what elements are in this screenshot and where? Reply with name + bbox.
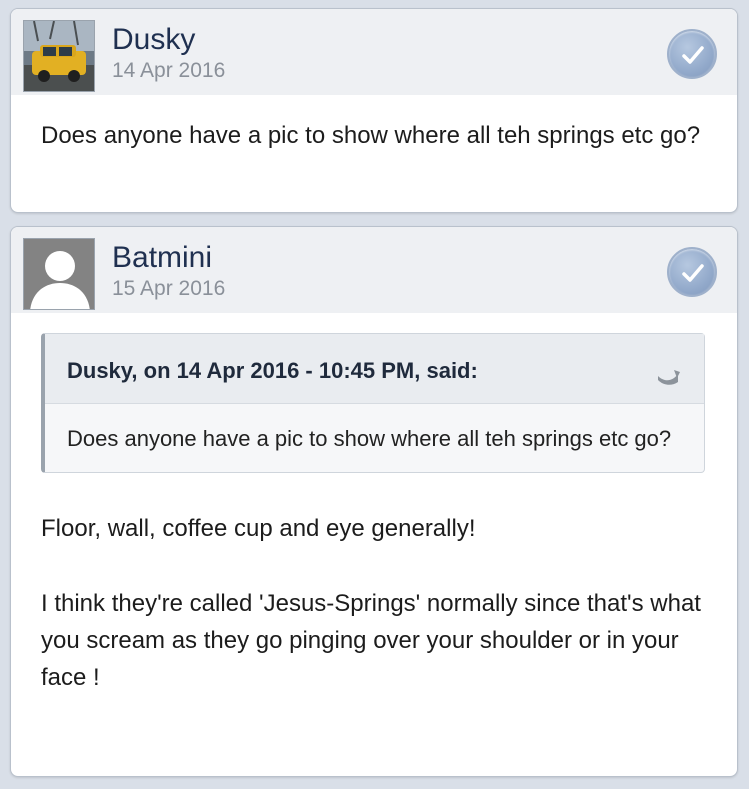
post-body: Dusky, on 14 Apr 2016 - 10:45 PM, said: … — [11, 313, 737, 696]
car-photo-icon — [24, 21, 94, 91]
post-header: Batmini 15 Apr 2016 — [11, 227, 737, 313]
avatar[interactable] — [23, 20, 95, 92]
check-icon[interactable] — [667, 247, 717, 297]
post-author[interactable]: Batmini — [112, 241, 212, 275]
quote-block: Dusky, on 14 Apr 2016 - 10:45 PM, said: … — [41, 333, 705, 473]
quote-citation: Dusky, on 14 Apr 2016 - 10:45 PM, said: — [67, 358, 478, 383]
post-date: 14 Apr 2016 — [112, 59, 226, 82]
avatar[interactable] — [23, 238, 95, 310]
check-icon[interactable] — [667, 29, 717, 79]
view-post-arrow-icon[interactable] — [656, 360, 682, 397]
post-card: Batmini 15 Apr 2016 Dusky, on 14 Apr 201… — [10, 226, 738, 777]
post-date: 15 Apr 2016 — [112, 277, 226, 300]
post-paragraph: Floor, wall, coffee cup and eye generall… — [41, 515, 476, 542]
post-paragraph: I think they're called 'Jesus-Springs' n… — [41, 590, 701, 691]
default-user-icon — [24, 239, 94, 309]
post-card: Dusky 14 Apr 2016 Does anyone have a pic… — [10, 8, 738, 213]
post-text: Does anyone have a pic to show where all… — [41, 122, 701, 149]
post-body: Does anyone have a pic to show where all… — [11, 95, 737, 154]
post-header: Dusky 14 Apr 2016 — [11, 9, 737, 95]
quote-header: Dusky, on 14 Apr 2016 - 10:45 PM, said: — [45, 334, 704, 404]
quote-body: Does anyone have a pic to show where all… — [67, 426, 672, 451]
post-author[interactable]: Dusky — [112, 23, 195, 57]
